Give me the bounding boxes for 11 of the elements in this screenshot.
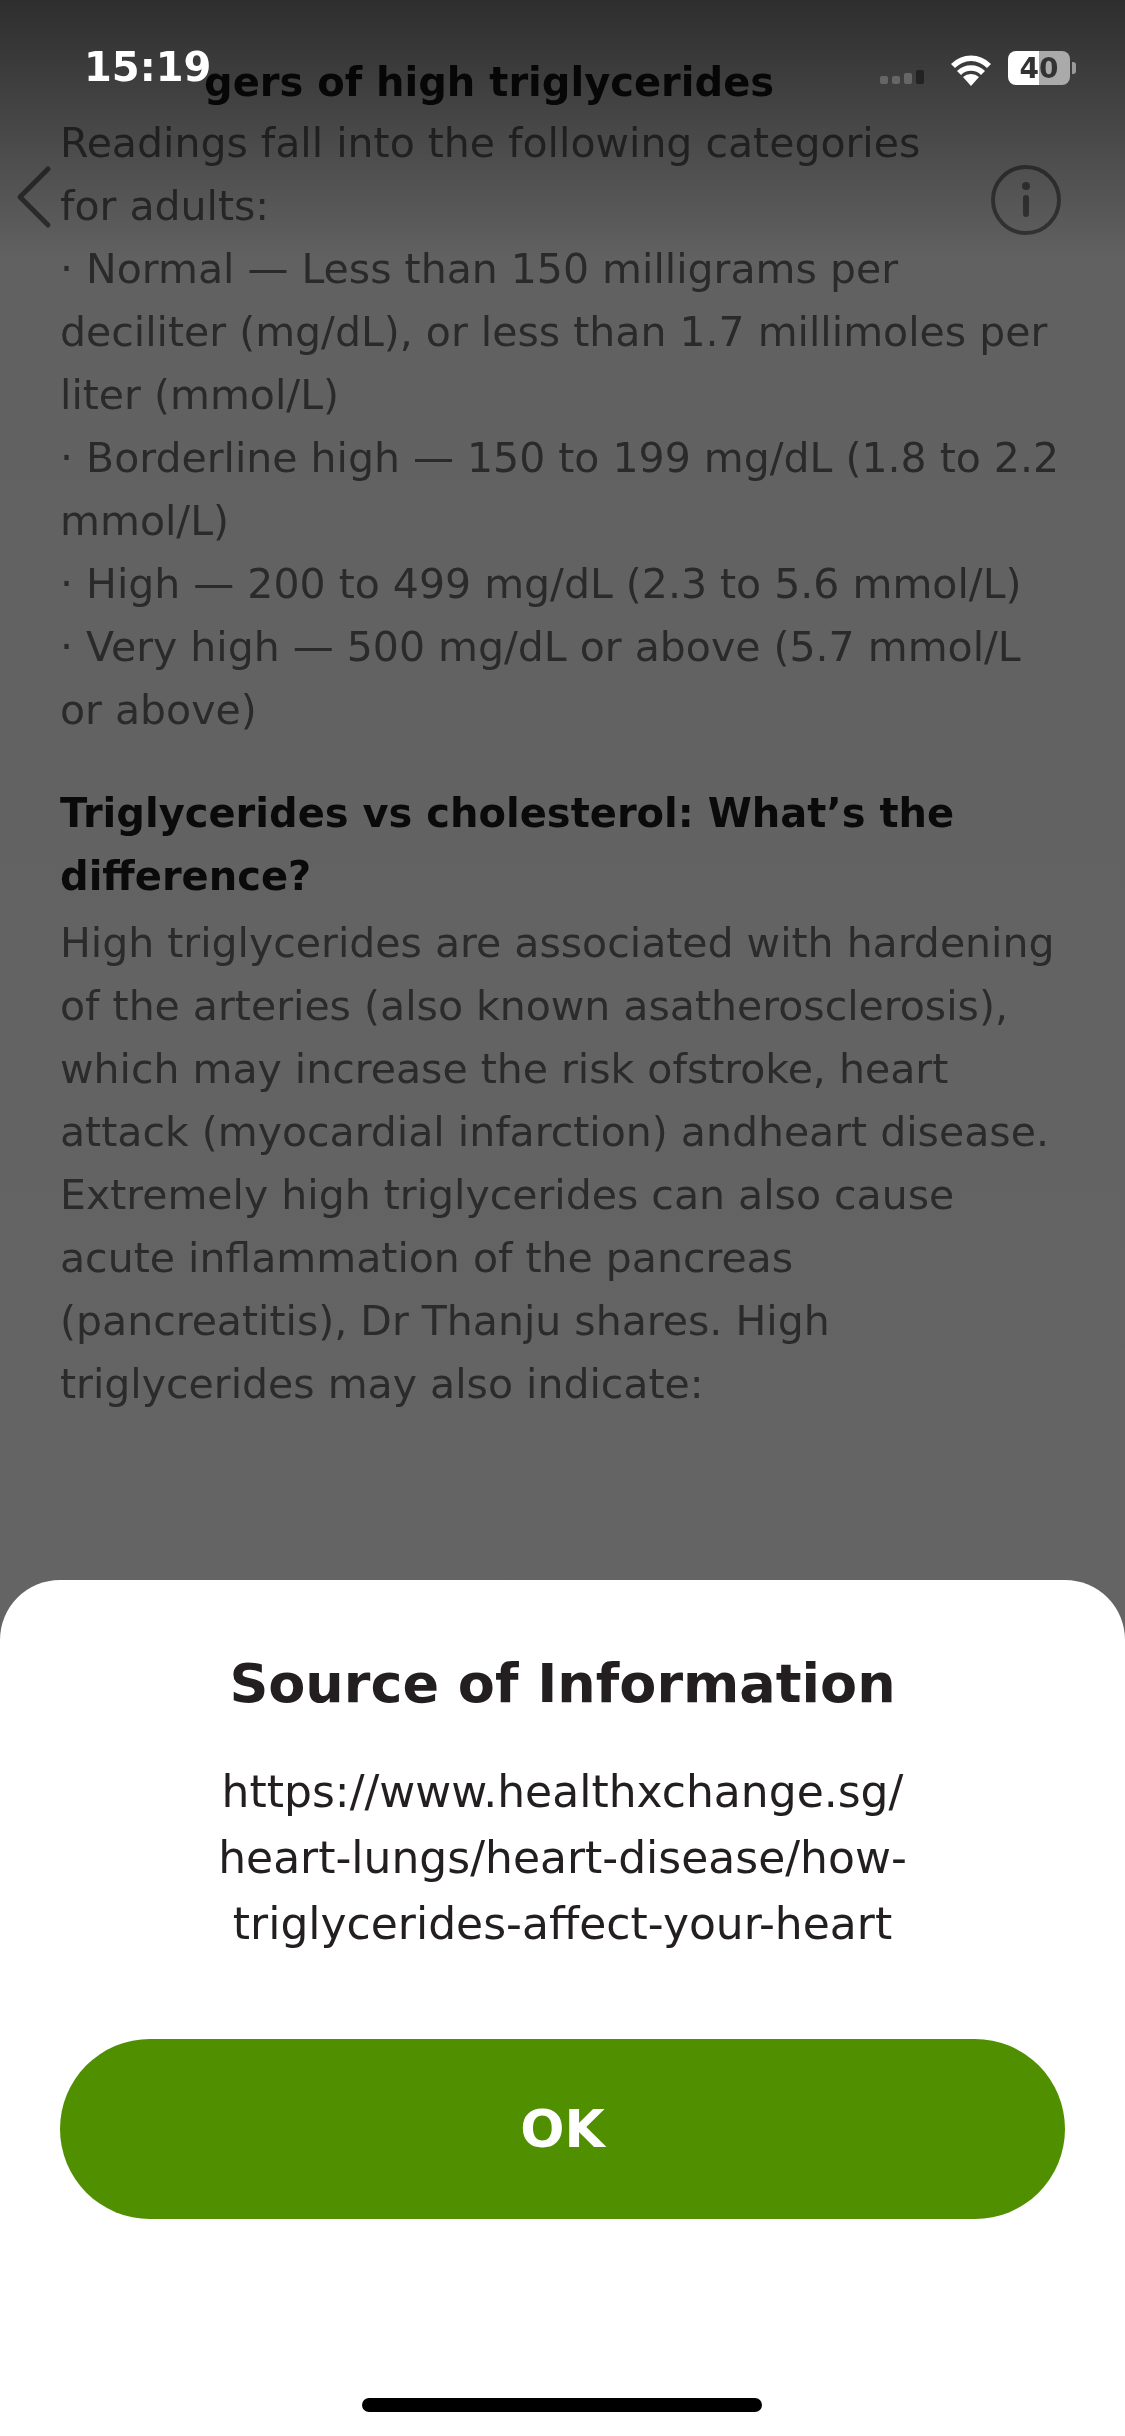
list-item: · Normal — Less than 150 milligrams per deciliter (mg/dL), or less than 1.7 millimoles per liter (mmol/L) xyxy=(60,244,1049,421)
sheet-title: Source of Information xyxy=(229,1652,896,1715)
list-item: · Borderline high — 150 to 199 mg/dL (1.8 to 2.2 mmol/L) xyxy=(60,433,1061,547)
info-icon[interactable] xyxy=(990,164,1062,236)
list-item: · High — 200 to 499 mg/dL (2.3 to 5.6 mmol/L) xyxy=(60,559,1023,610)
source-url: https://www.healthxchange.sg/heart-lungs/heart-disease/how-triglycerides-affect-your-heart xyxy=(217,1765,908,1951)
section-heading: Triglycerides vs cholesterol: What’s the difference? xyxy=(60,789,956,901)
signal-icon xyxy=(880,70,926,84)
article-text: High triglycerides are associated with hardening of the arteries (also known asatherosclerosis), which may increase the risk ofstroke, heart attack (myocardial infarction) andheart disease. Extremely high triglycerides can also cause acute inflammation of the pancreas (pancreatitis), Dr Thanju shares. High triglycerides may also indicate: xyxy=(60,918,1056,1410)
ok-button[interactable]: OK xyxy=(60,2039,1065,2219)
list-item: · Very high — 500 mg/dL or above (5.7 mmol/L or above) xyxy=(60,622,1022,736)
